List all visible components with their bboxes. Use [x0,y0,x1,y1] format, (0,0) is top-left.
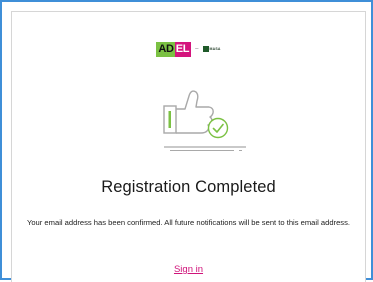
logo-separator: – [195,45,199,52]
logo-ad-text: AD [156,41,175,57]
partner-logo: MASA [202,42,221,57]
partner-name: MASA [209,47,221,51]
confirmation-message: Your email address has been confirmed. A… [26,218,351,227]
thumbs-up-check-icon [163,90,246,151]
logo-row: AD EL – MASA [12,40,365,58]
sign-in-link[interactable]: Sign in [12,264,365,275]
logo-el-text: EL [174,41,192,57]
partner-mark-icon [202,46,209,52]
page-frame: AD EL – MASA Registration Completed Your… [0,0,373,282]
registration-card: AD EL – MASA Registration Completed Your… [11,11,366,282]
page-title: Registration Completed [101,178,276,196]
adel-logo: AD EL [156,41,192,57]
